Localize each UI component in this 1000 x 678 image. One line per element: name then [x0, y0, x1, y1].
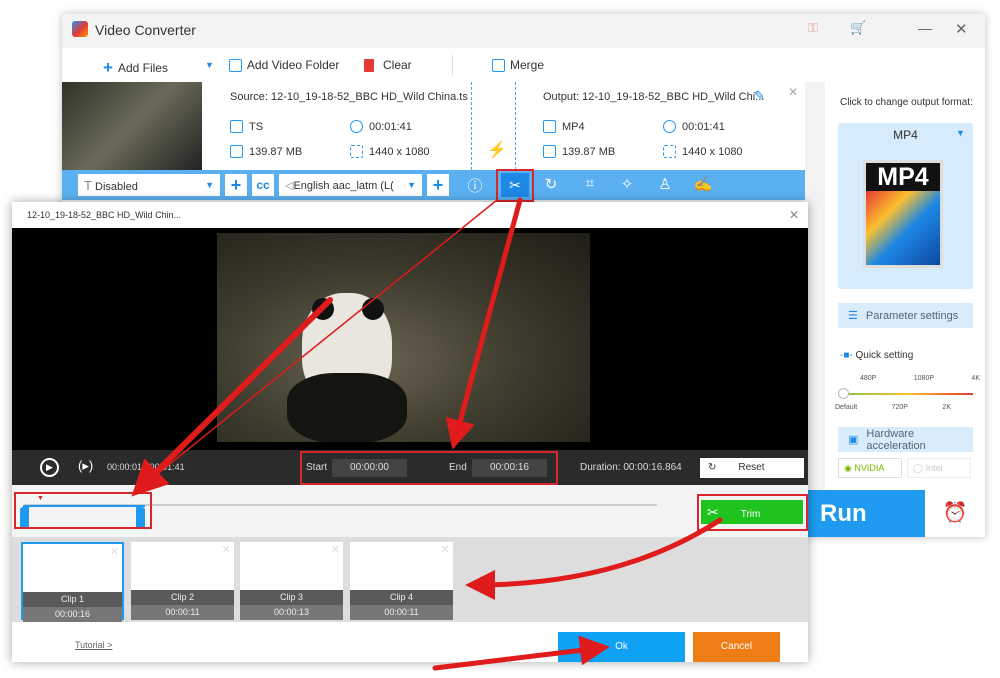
arrow-to-clips — [465, 517, 723, 600]
arrow-to-ok — [432, 635, 610, 671]
annotation-arrows — [131, 197, 723, 671]
arrow-to-start-end — [445, 197, 523, 450]
arrow-to-timeline — [134, 199, 498, 493]
arrow-to-timeline-head — [131, 297, 333, 497]
